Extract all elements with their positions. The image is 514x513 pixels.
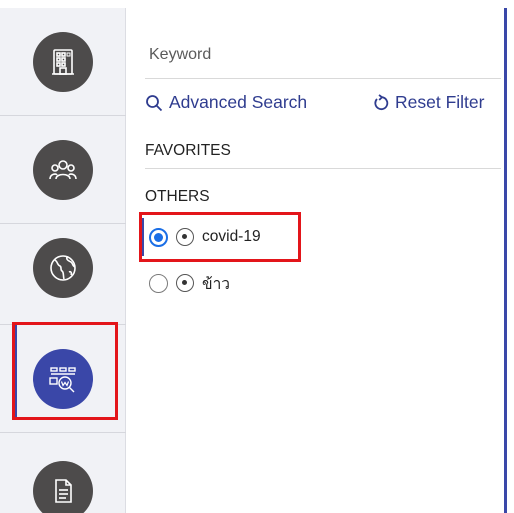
nav-item-people[interactable] (0, 116, 126, 224)
reset-filter-button[interactable]: Reset Filter (373, 92, 484, 113)
people-group-icon (33, 139, 93, 200)
nav-highlight-box (12, 322, 118, 420)
nav-item-documents[interactable] (0, 433, 126, 513)
list-item-rice[interactable]: ข้าว (149, 270, 230, 296)
right-panel-edge (504, 8, 514, 513)
reset-filter-label: Reset Filter (395, 92, 485, 112)
radio-unselected[interactable] (149, 273, 168, 293)
left-nav (0, 8, 126, 513)
globe-icon (33, 237, 93, 298)
favorites-divider (145, 168, 501, 169)
favorites-heading: FAVORITES (145, 142, 231, 159)
nav-item-globe[interactable] (0, 211, 126, 325)
others-heading: OTHERS (145, 188, 210, 205)
advanced-search-link[interactable]: Advanced Search (145, 92, 307, 113)
search-icon (146, 94, 163, 111)
document-icon (33, 461, 93, 513)
advanced-search-label: Advanced Search (169, 92, 308, 112)
keyword-input[interactable]: Keyword (149, 46, 211, 64)
item-highlight-box (139, 212, 301, 262)
keyword-underline (145, 78, 501, 79)
building-icon (33, 31, 93, 92)
target-icon (176, 274, 194, 292)
refresh-icon (374, 93, 389, 110)
list-item-label: ข้าว (202, 275, 231, 293)
filter-panel: Keyword Advanced Search Reset Filter FAV… (127, 8, 504, 513)
top-strip (0, 0, 514, 8)
nav-item-buildings[interactable] (0, 8, 126, 116)
